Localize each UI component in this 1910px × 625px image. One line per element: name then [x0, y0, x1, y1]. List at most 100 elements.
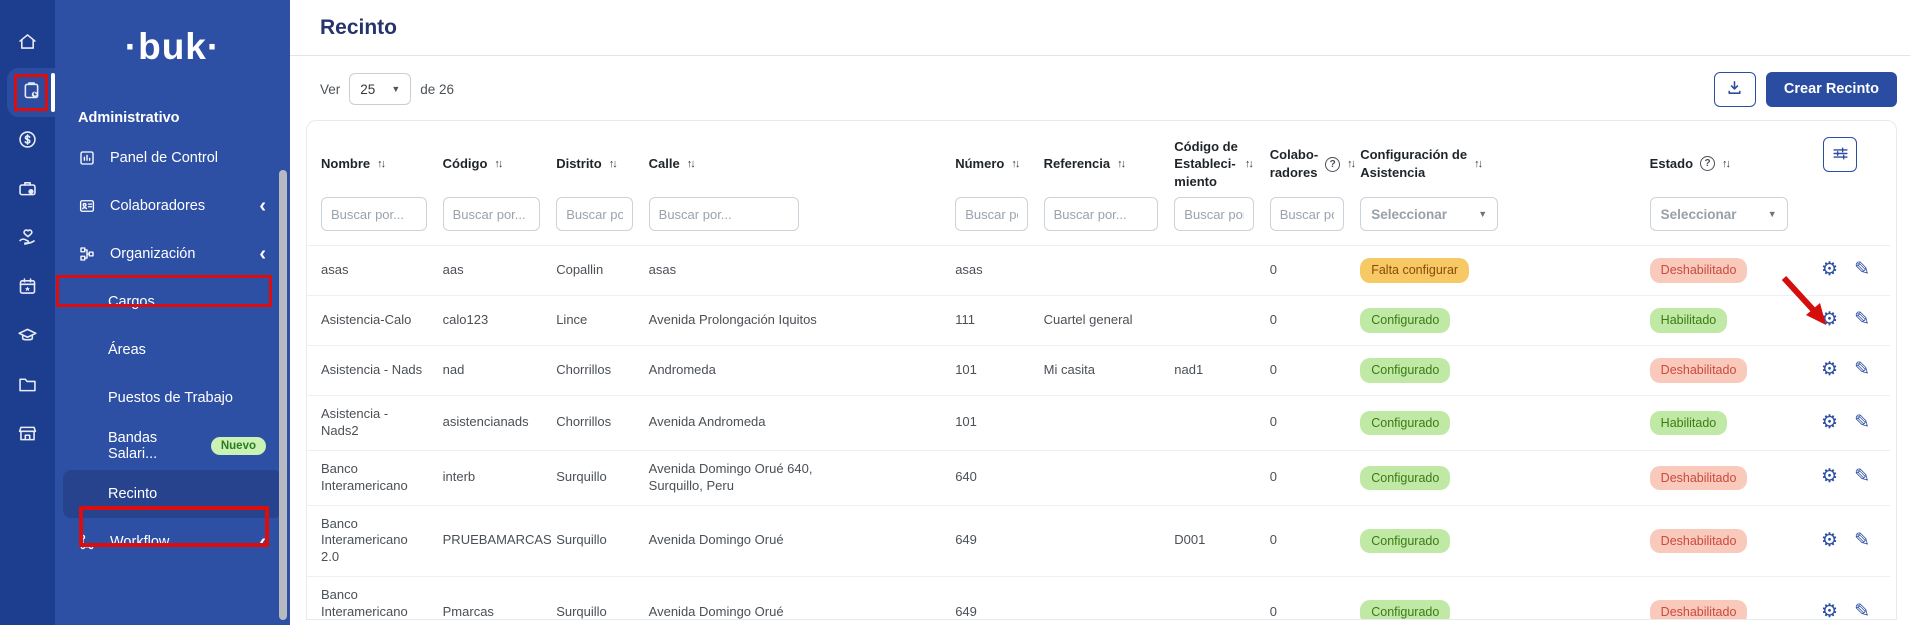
filter-input-colaboradores[interactable] — [1270, 197, 1344, 231]
sort-icon[interactable]: ↑↓ — [377, 158, 384, 170]
cell-numero: 649 — [947, 505, 1035, 577]
configuracion-badge: Falta configurar — [1360, 258, 1469, 282]
estado-badge: Deshabilitado — [1650, 358, 1748, 382]
cell-estado: Habilitado — [1642, 296, 1808, 346]
sidebar-item-colaboradores[interactable]: Colaboradores‹ — [55, 182, 290, 230]
chevron-left-icon[interactable]: ‹ — [259, 196, 266, 216]
cell-cod_estab: D001 — [1166, 505, 1261, 577]
help-icon[interactable]: ? — [1325, 157, 1340, 172]
gear-icon[interactable]: ⚙ — [1821, 529, 1838, 554]
rail-item-folder-icon[interactable] — [0, 362, 55, 411]
cell-distrito: Chorrillos — [548, 346, 640, 396]
cell-cod_estab — [1166, 577, 1261, 620]
total-count-label: de 26 — [420, 82, 454, 97]
cell-nombre: Asistencia-Calo — [307, 296, 435, 346]
cell-cod_estab — [1166, 246, 1261, 296]
pencil-icon[interactable]: ✎ — [1854, 308, 1870, 333]
rail-item-calendar-icon[interactable] — [0, 264, 55, 313]
chevron-down-icon: ▼ — [1768, 209, 1777, 219]
gear-icon[interactable]: ⚙ — [1821, 308, 1838, 333]
sort-icon[interactable]: ↑↓ — [494, 158, 501, 170]
filter-input-calle[interactable] — [649, 197, 799, 231]
pencil-icon[interactable]: ✎ — [1854, 465, 1870, 490]
estado-badge: Deshabilitado — [1650, 258, 1748, 282]
column-label: Número — [955, 155, 1004, 173]
filter-input-cod_estab[interactable] — [1174, 197, 1253, 231]
filter-select-value: Seleccionar — [1661, 207, 1737, 222]
sidebar-item-bandas-salari[interactable]: Bandas Salari...Nuevo — [55, 422, 290, 470]
sidebar-item-label: Workflow — [110, 534, 259, 550]
rail-item-storefront-icon[interactable] — [0, 411, 55, 460]
sidebar-item-puestos-de-trabajo[interactable]: Puestos de Trabajo — [55, 374, 290, 422]
sliders-icon — [1832, 145, 1849, 165]
sidebar-item-cargos[interactable]: Cargos — [55, 278, 290, 326]
rail-item-remunerations-dollar-icon[interactable] — [0, 117, 55, 166]
filter-input-numero[interactable] — [955, 197, 1027, 231]
filter-input-codigo[interactable] — [443, 197, 541, 231]
title-divider — [290, 55, 1910, 56]
filter-input-nombre[interactable] — [321, 197, 427, 231]
org-chart-icon — [77, 244, 97, 264]
sort-icon[interactable]: ↑↓ — [609, 158, 616, 170]
column-label: Colabo- radores — [1270, 146, 1318, 181]
cell-codigo: calo123 — [435, 296, 549, 346]
sidebar-item-label: Panel de Control — [110, 150, 266, 166]
sort-icon[interactable]: ↑↓ — [1722, 158, 1729, 170]
chevron-left-icon[interactable]: ‹ — [259, 532, 266, 552]
sidebar-item-recinto[interactable]: Recinto — [63, 470, 282, 518]
sort-icon[interactable]: ↑↓ — [1245, 158, 1252, 170]
sidebar-scrollbar-thumb[interactable] — [279, 170, 287, 620]
filter-cell-referencia — [1036, 195, 1167, 246]
gear-icon[interactable]: ⚙ — [1821, 358, 1838, 383]
rail-item-benefits-hand-heart-icon[interactable] — [0, 215, 55, 264]
workflow-icon — [77, 532, 97, 552]
table-row: Asistencia - NadsnadChorrillosAndromeda1… — [307, 346, 1890, 396]
sort-icon[interactable]: ↑↓ — [1474, 158, 1481, 170]
rail-item-home-icon[interactable] — [0, 19, 55, 68]
cell-actions: ⚙✎ — [1808, 346, 1891, 396]
pencil-icon[interactable]: ✎ — [1854, 411, 1870, 436]
filter-cell-cod_estab — [1166, 195, 1261, 246]
pencil-icon[interactable]: ✎ — [1854, 258, 1870, 283]
sort-icon[interactable]: ↑↓ — [1117, 158, 1124, 170]
cell-colaboradores: 0 — [1262, 577, 1352, 620]
gear-icon[interactable]: ⚙ — [1821, 411, 1838, 436]
filter-select-value: Seleccionar — [1371, 207, 1447, 222]
sort-icon[interactable]: ↑↓ — [1347, 158, 1354, 170]
cell-codigo: PRUEBAMARCAS — [435, 505, 549, 577]
gear-icon[interactable]: ⚙ — [1821, 600, 1838, 620]
rail-item-attendance-clipboard-icon[interactable] — [7, 68, 55, 117]
column-settings-button[interactable] — [1823, 137, 1857, 172]
sidebar-item-organizaci-n[interactable]: Organización‹ — [55, 230, 290, 278]
help-icon[interactable]: ? — [1700, 156, 1715, 171]
sidebar-item-workflow[interactable]: Workflow‹ — [55, 518, 290, 566]
column-header-estado: Estado?↑↓ — [1642, 125, 1808, 195]
filter-input-referencia[interactable] — [1044, 197, 1159, 231]
pencil-icon[interactable]: ✎ — [1854, 529, 1870, 554]
column-label: Distrito — [556, 155, 602, 173]
sort-icon[interactable]: ↑↓ — [1011, 158, 1018, 170]
cell-configuracion: Configurado — [1352, 296, 1641, 346]
gear-icon[interactable]: ⚙ — [1821, 465, 1838, 490]
gear-icon[interactable]: ⚙ — [1821, 258, 1838, 283]
download-button[interactable] — [1714, 72, 1756, 107]
filter-select-configuracion[interactable]: Seleccionar▼ — [1360, 197, 1498, 231]
create-recinto-button[interactable]: Crear Recinto — [1766, 72, 1897, 107]
filter-input-distrito[interactable] — [556, 197, 632, 231]
pencil-icon[interactable]: ✎ — [1854, 600, 1870, 620]
sidebar-item-reas[interactable]: Áreas — [55, 326, 290, 374]
cell-codigo: Pmarcas — [435, 577, 549, 620]
rail-item-briefcase-clock-icon[interactable] — [0, 166, 55, 215]
cell-numero: 649 — [947, 577, 1035, 620]
sort-icon[interactable]: ↑↓ — [687, 158, 694, 170]
cell-nombre: Banco Interamericano 3.0 — [307, 577, 435, 620]
rail-item-education-cap-icon[interactable] — [0, 313, 55, 362]
chevron-left-icon[interactable]: ‹ — [259, 244, 266, 264]
per-page-select[interactable]: 25 ▼ — [349, 73, 411, 105]
sidebar-item-panel-de-control[interactable]: Panel de Control — [55, 134, 290, 182]
pencil-icon[interactable]: ✎ — [1854, 358, 1870, 383]
toolbar: Ver 25 ▼ de 26 Crear Recinto — [320, 71, 1897, 107]
cell-colaboradores: 0 — [1262, 450, 1352, 505]
filter-select-estado[interactable]: Seleccionar ▼ — [1650, 197, 1788, 231]
column-header-distrito: Distrito ↑↓ — [548, 125, 640, 195]
